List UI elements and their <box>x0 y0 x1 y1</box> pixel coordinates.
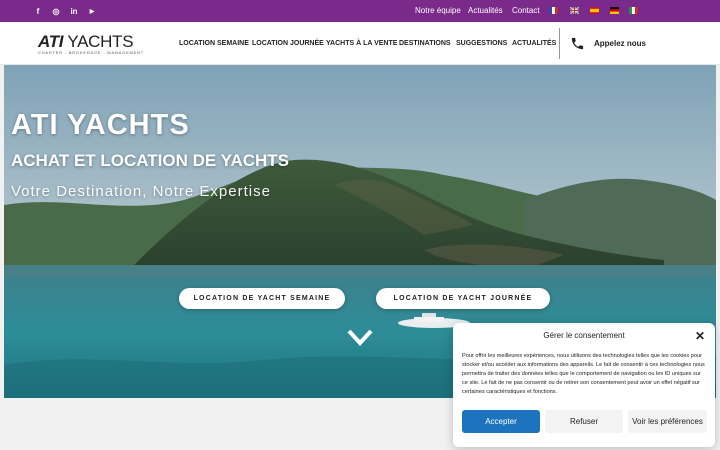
cookie-title: Gérer le consentement <box>543 331 625 340</box>
linkedin-glyph: in <box>70 6 78 16</box>
nav-yachts-a-la-vente[interactable]: YACHTS À LA VENTE <box>326 22 397 65</box>
link-actualites[interactable]: Actualités <box>468 0 503 22</box>
flag-uk-icon[interactable] <box>570 7 579 14</box>
nav-location-journee[interactable]: LOCATION JOURNÉE <box>252 22 324 65</box>
main-header: ATI YACHTS CHARTER - BROKERAGE - MANAGEM… <box>0 22 720 65</box>
logo-light-text: YACHTS <box>67 32 134 51</box>
youtube-glyph: ▶ <box>89 8 95 15</box>
cookie-description: Pour offrir les meilleures expériences, … <box>462 353 705 395</box>
logo-tagline: CHARTER - BROKERAGE - MANAGEMENT <box>38 50 144 55</box>
phone-icon[interactable] <box>570 36 585 51</box>
linkedin-icon[interactable]: in <box>66 0 82 22</box>
cta-location-semaine-button[interactable]: LOCATION DE YACHT SEMAINE <box>179 288 345 309</box>
refuse-button[interactable]: Refuser <box>545 410 623 433</box>
hero-tagline: Votre Destination, Notre Expertise <box>11 183 271 200</box>
preferences-button[interactable]: Voir les préférences <box>628 410 707 433</box>
cta-location-journee-button[interactable]: LOCATION DE YACHT JOURNÉE <box>376 288 550 309</box>
flag-es-icon[interactable] <box>590 7 599 14</box>
facebook-icon[interactable]: f <box>30 0 46 22</box>
nav-destinations[interactable]: DESTINATIONS <box>399 22 451 65</box>
call-link[interactable]: Appelez nous <box>594 22 646 65</box>
youtube-icon[interactable]: ▶ <box>84 0 100 22</box>
nav-actualites[interactable]: ACTUALITÉS <box>512 22 556 65</box>
flag-it-icon[interactable] <box>629 7 638 14</box>
cookie-consent-dialog: Gérer le consentement ✕ Pour offrir les … <box>453 323 715 447</box>
nav-location-semaine[interactable]: LOCATION SEMAINE <box>179 22 249 65</box>
logo[interactable]: ATI YACHTS <box>38 32 134 52</box>
instagram-glyph: ◎ <box>52 6 60 16</box>
accept-button[interactable]: Accepter <box>462 410 540 433</box>
link-contact[interactable]: Contact <box>512 0 540 22</box>
flag-de-icon[interactable] <box>610 7 619 14</box>
instagram-icon[interactable]: ◎ <box>48 0 64 22</box>
top-bar: f ◎ in ▶ Notre équipe Actualités Contact <box>0 0 720 22</box>
close-icon[interactable]: ✕ <box>695 330 705 342</box>
facebook-glyph: f <box>36 6 40 16</box>
scroll-down-icon[interactable] <box>347 328 373 348</box>
flag-fr-icon[interactable] <box>549 7 558 14</box>
link-notre-equipe[interactable]: Notre équipe <box>415 0 461 22</box>
nav-suggestions[interactable]: SUGGESTIONS <box>456 22 507 65</box>
header-divider <box>559 28 560 59</box>
hero-subtitle: ACHAT ET LOCATION DE YACHTS <box>11 151 289 170</box>
logo-bold-text: ATI <box>38 32 64 51</box>
hero-title: ATI YACHTS <box>11 109 190 141</box>
